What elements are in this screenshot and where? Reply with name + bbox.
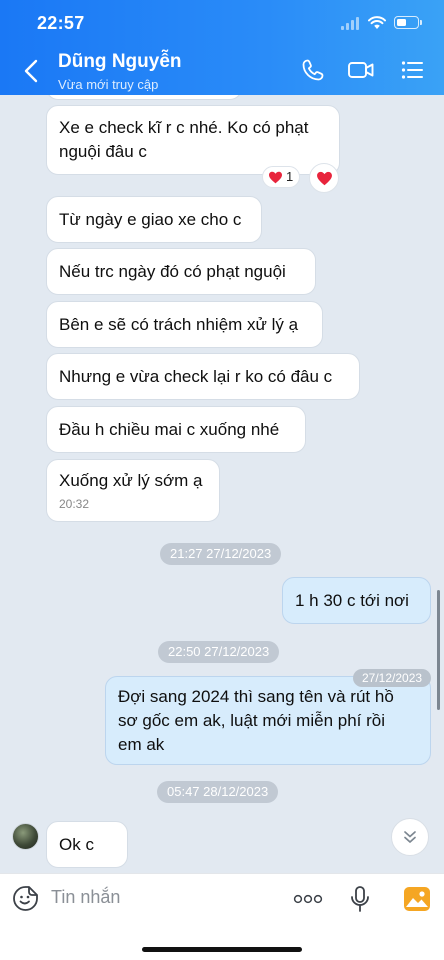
status-time: 22:57 bbox=[37, 13, 85, 33]
message-bubble-incoming[interactable]: Từ ngày e giao xe cho c bbox=[46, 196, 262, 243]
battery-icon bbox=[394, 16, 422, 29]
heart-icon bbox=[269, 171, 282, 183]
video-call-icon[interactable] bbox=[347, 58, 375, 82]
message-date-badge: 27/12/2023 bbox=[353, 669, 432, 687]
message-text: Xe e check kĩ r c nhé. Ko có phạt bbox=[59, 118, 309, 137]
chat-header: 22:57 Dũng Nguyễn Vừa mới truy cập bbox=[0, 0, 444, 95]
gallery-icon[interactable] bbox=[403, 886, 431, 912]
phone-icon[interactable] bbox=[301, 58, 325, 82]
home-indicator bbox=[142, 947, 302, 952]
message-text: Ok c bbox=[59, 835, 94, 854]
reaction-button[interactable] bbox=[309, 163, 339, 193]
message-input-bar: Tin nhắn bbox=[0, 873, 444, 960]
message-text: nguội đâu c bbox=[59, 142, 147, 161]
message-bubble-partial[interactable] bbox=[46, 95, 242, 100]
message-text: sơ gốc em ak, luật mới miễn phí rồi bbox=[118, 711, 386, 730]
chat-area[interactable]: Xe e check kĩ r c nhé. Ko có phạt nguội … bbox=[0, 95, 444, 873]
message-bubble-incoming[interactable]: Ok c bbox=[46, 821, 128, 868]
cellular-signal-icon bbox=[341, 17, 361, 30]
message-text: em ak bbox=[118, 735, 165, 754]
contact-status: Vừa mới truy cập bbox=[58, 77, 159, 92]
time-separator: 21:27 27/12/2023 bbox=[160, 543, 282, 565]
message-bubble-incoming[interactable]: Nếu trc ngày đó có phạt nguội bbox=[46, 248, 316, 295]
message-bubble-incoming[interactable]: Xuống xử lý sớm ạ 20:32 bbox=[46, 459, 220, 522]
message-bubble-incoming[interactable]: Xe e check kĩ r c nhé. Ko có phạt nguội … bbox=[46, 105, 340, 175]
message-text: Từ ngày e giao xe cho c bbox=[59, 210, 242, 229]
reaction-count: 1 bbox=[286, 169, 294, 184]
time-separator: 22:50 27/12/2023 bbox=[158, 641, 280, 663]
message-text: Nếu trc ngày đó có phạt nguội bbox=[59, 262, 286, 281]
message-bubble-incoming[interactable]: Nhưng e vừa check lại r ko có đâu c bbox=[46, 353, 360, 400]
message-text: Xuống xử lý sớm ạ bbox=[59, 471, 203, 490]
message-input[interactable]: Tin nhắn bbox=[51, 887, 120, 908]
scrollbar-thumb[interactable] bbox=[437, 590, 440, 710]
microphone-icon[interactable] bbox=[349, 885, 371, 913]
status-bar: 22:57 bbox=[0, 13, 444, 35]
message-text: Bên e sẽ có trách nhiệm xử lý ạ bbox=[59, 315, 299, 334]
message-text: Nhưng e vừa check lại r ko có đâu c bbox=[59, 367, 333, 386]
double-chevron-down-icon bbox=[404, 831, 416, 843]
back-icon[interactable] bbox=[21, 58, 43, 84]
message-text: 1 h 30 c tới nơi bbox=[295, 591, 409, 610]
time-separator: 05:47 28/12/2023 bbox=[157, 781, 279, 803]
message-bubble-incoming[interactable]: Bên e sẽ có trách nhiệm xử lý ạ bbox=[46, 301, 323, 348]
contact-name[interactable]: Dũng Nguyễn bbox=[58, 51, 182, 73]
reaction-count-badge[interactable]: 1 bbox=[262, 166, 301, 188]
contact-avatar[interactable] bbox=[12, 823, 39, 850]
message-bubble-outgoing[interactable]: 1 h 30 c tới nơi bbox=[282, 577, 431, 624]
sticker-icon[interactable] bbox=[12, 885, 39, 912]
more-icon[interactable] bbox=[293, 894, 323, 904]
message-bubble-incoming[interactable]: Đầu h chiều mai c xuống nhé bbox=[46, 406, 306, 453]
message-bubble-outgoing[interactable]: Đợi sang 2024 thì sang tên và rút hồ sơ … bbox=[105, 676, 431, 765]
scroll-to-bottom-button[interactable] bbox=[391, 818, 429, 856]
menu-list-icon[interactable] bbox=[400, 58, 424, 82]
message-time: 20:32 bbox=[59, 497, 90, 511]
message-text: Đầu h chiều mai c xuống nhé bbox=[59, 420, 280, 439]
message-text: Đợi sang 2024 thì sang tên và rút hồ bbox=[118, 687, 394, 706]
wifi-icon bbox=[368, 16, 386, 29]
heart-icon bbox=[316, 171, 332, 185]
